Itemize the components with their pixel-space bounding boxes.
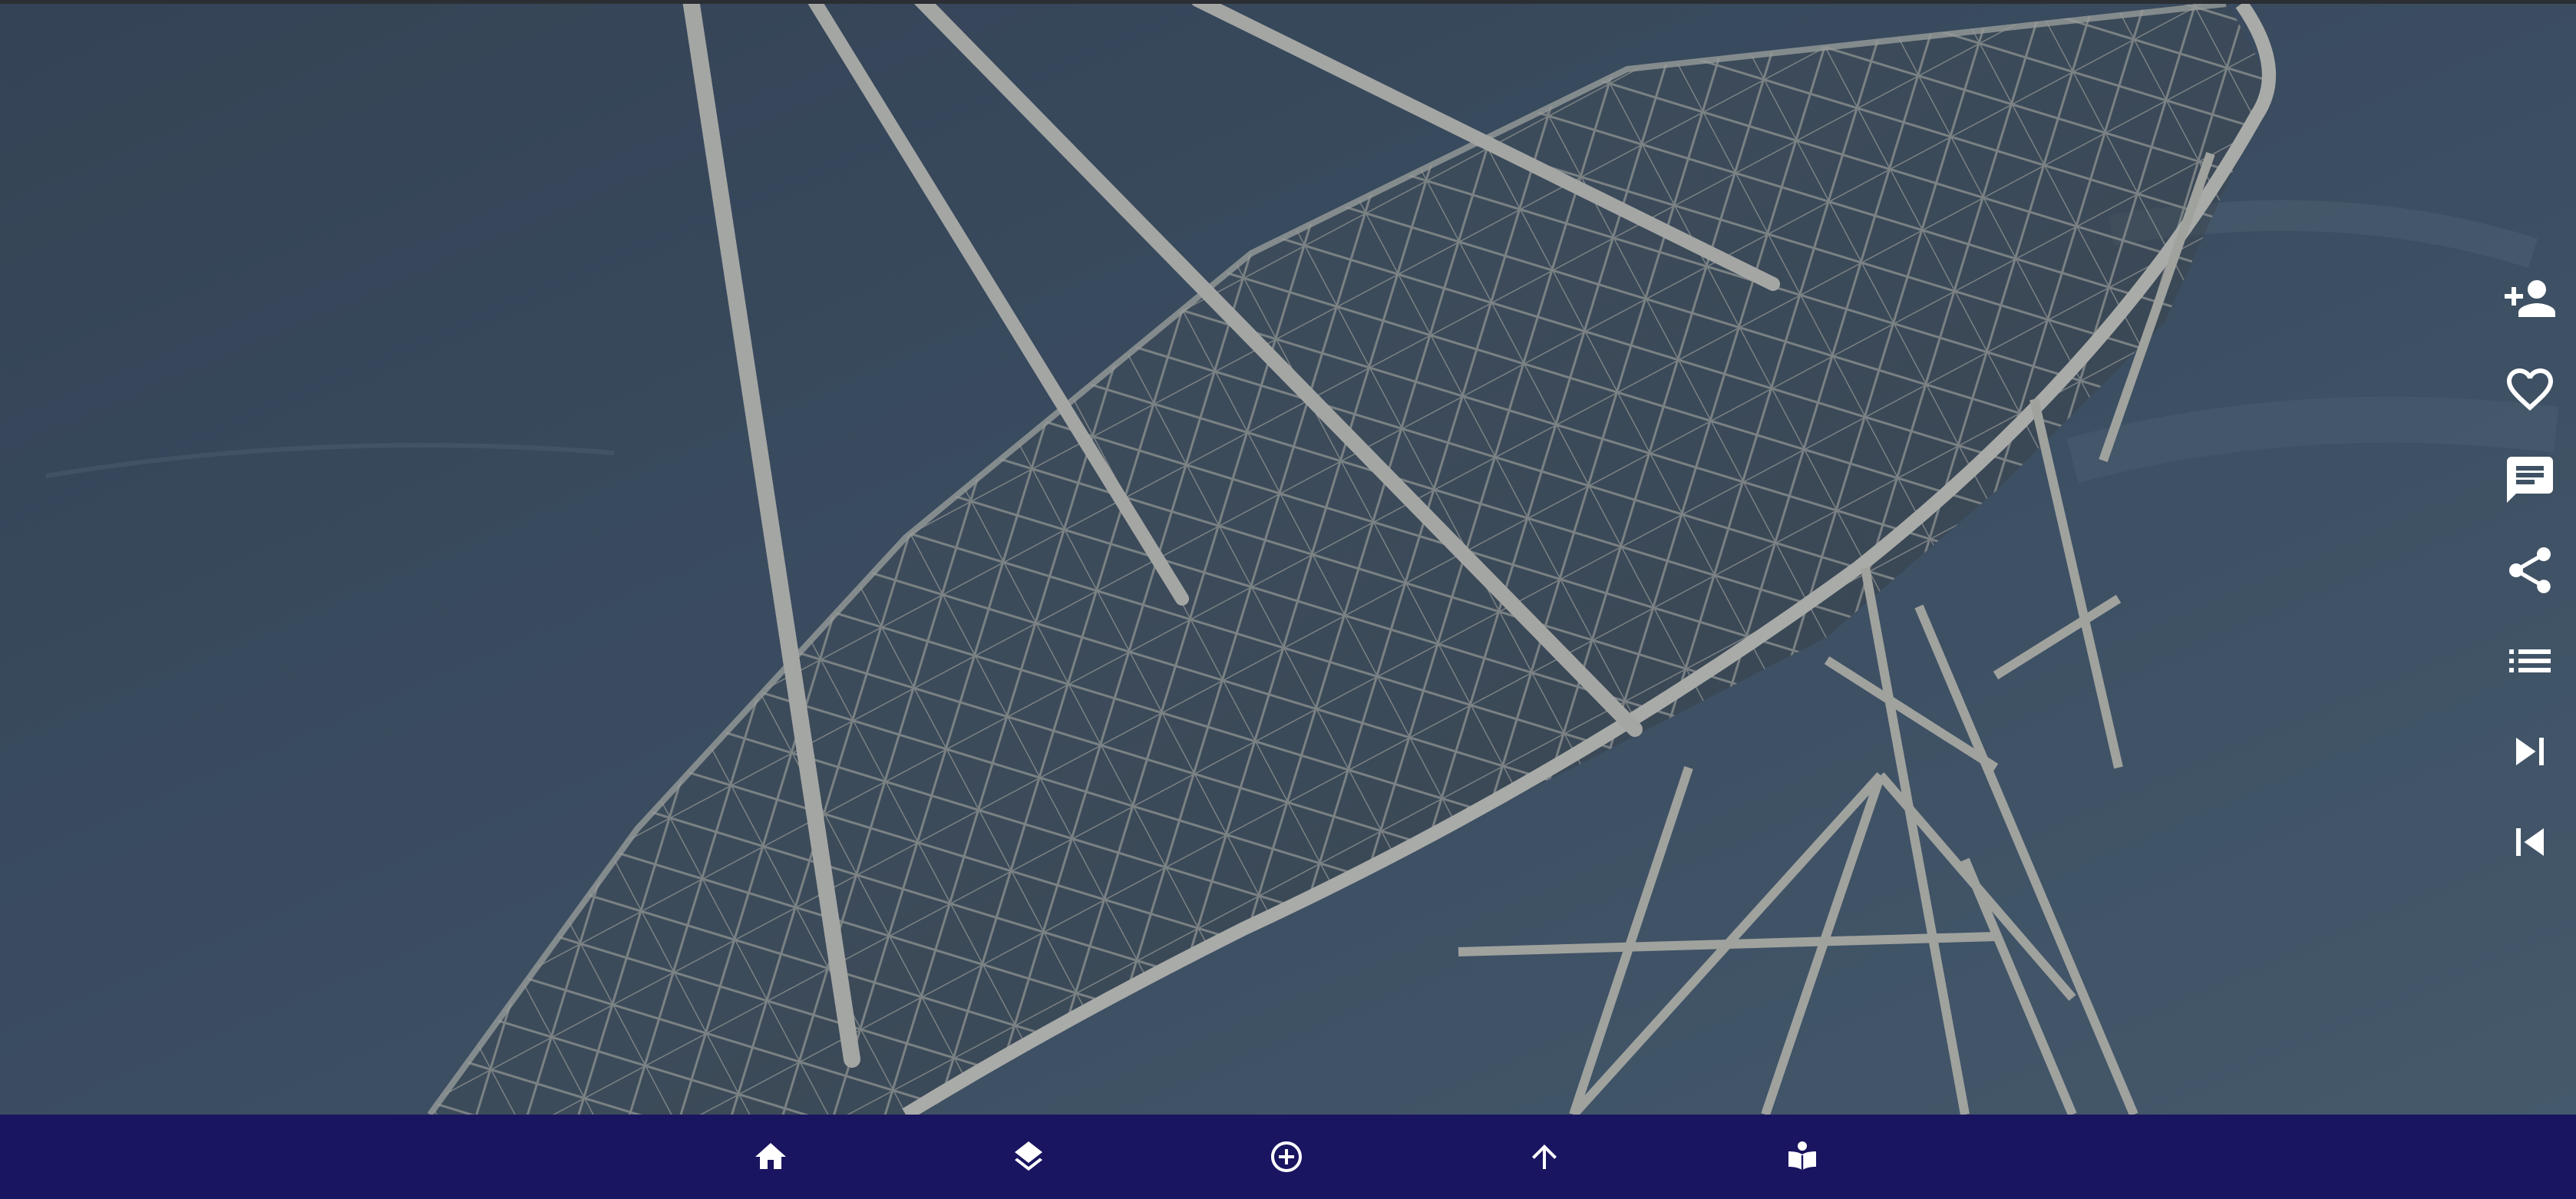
- share-icon: [2509, 547, 2551, 593]
- bottom-nav-bar: [0, 1115, 2576, 1199]
- skip-next-icon: [2516, 738, 2544, 765]
- list-button[interactable]: [2484, 616, 2576, 706]
- arrow-up-icon: [1532, 1144, 1557, 1169]
- nav-upload-button[interactable]: [1502, 1115, 1587, 1199]
- comment-icon: [2507, 457, 2553, 503]
- nav-read-button[interactable]: [1760, 1115, 1844, 1199]
- telescope-photo: [0, 0, 2576, 1115]
- reader-icon: [1788, 1141, 1816, 1171]
- nav-add-button[interactable]: [1244, 1115, 1329, 1199]
- person-add-icon: [2505, 280, 2555, 317]
- share-button[interactable]: [2484, 525, 2576, 616]
- add-circle-outline-icon: [1271, 1141, 1302, 1172]
- skip-previous-icon: [2516, 828, 2544, 856]
- nav-layers-button[interactable]: [986, 1115, 1071, 1199]
- layers-icon: [1015, 1141, 1042, 1171]
- comment-button[interactable]: [2484, 434, 2576, 525]
- nav-home-button[interactable]: [728, 1115, 813, 1199]
- heart-outline-icon: [2507, 368, 2553, 411]
- telescope-illustration: [0, 0, 2576, 1115]
- favorite-button[interactable]: [2484, 344, 2576, 434]
- action-rail: [2484, 253, 2576, 887]
- home-icon: [755, 1143, 786, 1169]
- list-icon: [2509, 649, 2551, 672]
- top-edge: [0, 0, 2576, 4]
- previous-button[interactable]: [2484, 797, 2576, 887]
- next-button[interactable]: [2484, 706, 2576, 797]
- photo-viewer: [0, 0, 2576, 1199]
- add-person-button[interactable]: [2484, 253, 2576, 344]
